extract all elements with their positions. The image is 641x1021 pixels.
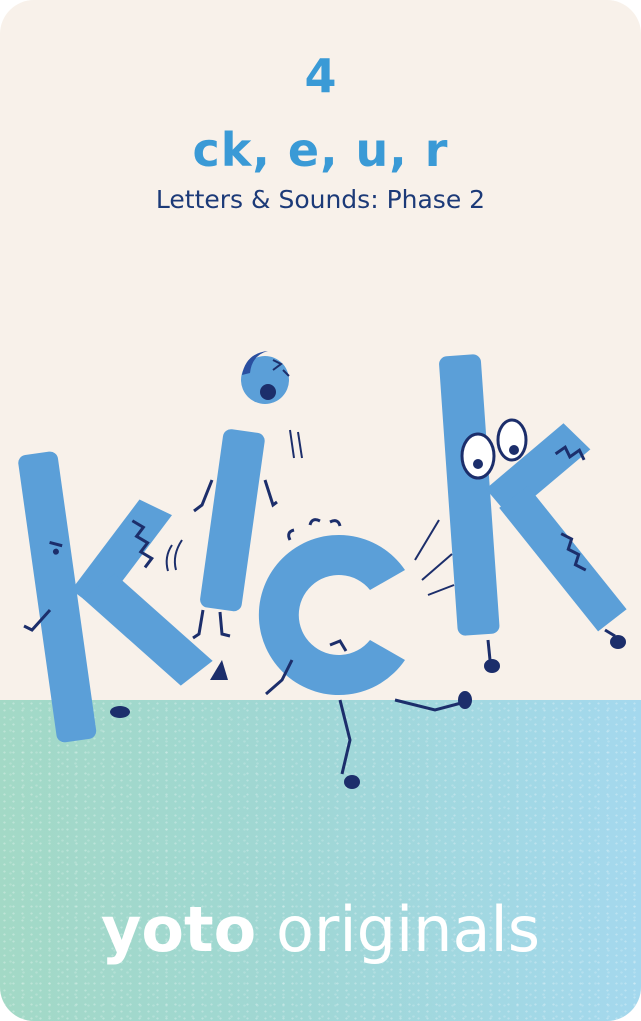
letter-i: [200, 429, 265, 612]
card-number: 4: [304, 49, 337, 103]
card-subtitle: Letters & Sounds: Phase 2: [155, 185, 486, 214]
card: 4 ck, e, u, r Letters & Sounds: Phase 2: [0, 0, 641, 1021]
letter-k-left: [18, 451, 213, 743]
brand-name-bold: yoto: [100, 893, 257, 966]
brand-logo: yoto originals: [0, 890, 641, 970]
letter-k-right: [439, 354, 627, 636]
card-header: 4 ck, e, u, r Letters & Sounds: Phase 2: [0, 48, 641, 216]
brand-name-light: originals: [275, 893, 540, 966]
i-dot-face: [241, 351, 290, 404]
kick-illustration: [18, 351, 627, 789]
card-letters: ck, e, u, r: [192, 123, 449, 177]
letter-c: [258, 518, 405, 695]
